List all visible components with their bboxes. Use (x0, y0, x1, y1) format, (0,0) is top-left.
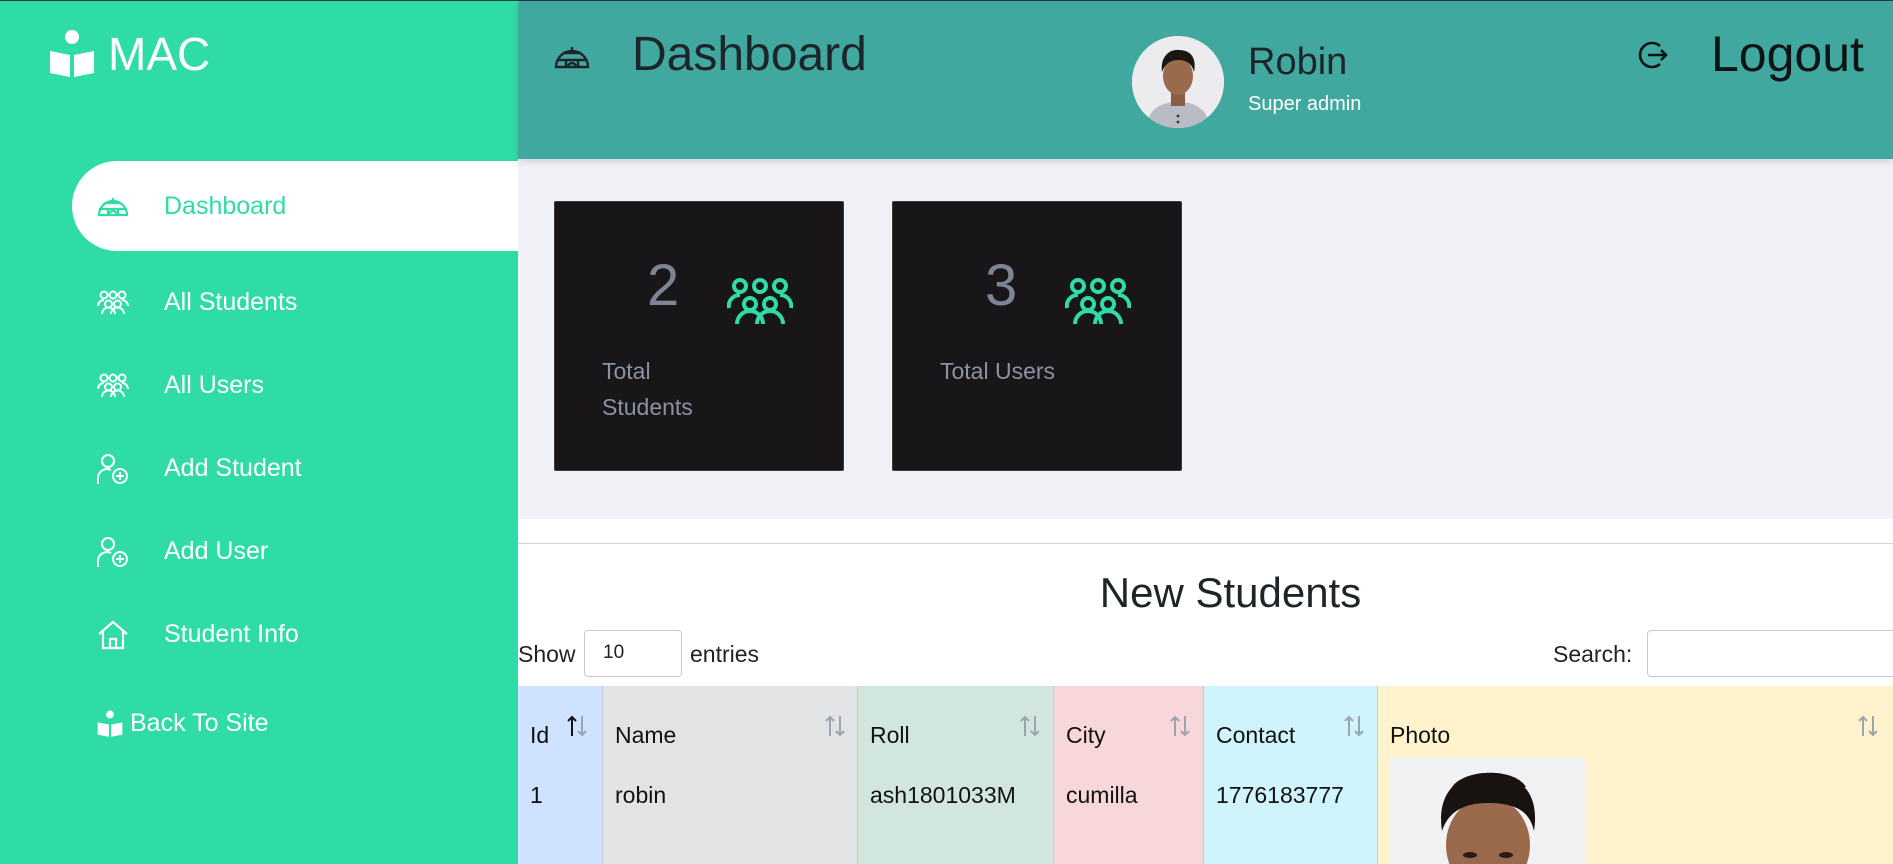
column-header-contact[interactable]: Contact (1216, 722, 1295, 749)
cell-contact: 1776183777 (1216, 782, 1344, 808)
sidebar-item-student-info[interactable]: Student Info (72, 593, 518, 676)
sidebar-item-dashboard[interactable]: Dashboard (72, 161, 518, 251)
student-photo-image (1390, 757, 1586, 864)
sidebar-menu: Dashboard All Students All Users Add Stu… (72, 161, 518, 676)
stat-value: 2 (647, 253, 680, 318)
sidebar-item-label: Dashboard (164, 191, 287, 220)
brand-name: MAC (108, 28, 211, 80)
sidebar-item-all-users[interactable]: All Users (72, 344, 518, 427)
group-icon (97, 373, 129, 397)
stat-label: Total Students (602, 358, 693, 420)
page-length-value: 10 (603, 642, 625, 663)
sort-icon[interactable] (1342, 712, 1366, 740)
user-name: Robin (1248, 41, 1348, 83)
column-roll: Roll ash1801033M (857, 686, 1053, 864)
page-title: Dashboard (632, 28, 867, 81)
book-reader-icon (50, 30, 94, 77)
home-icon (98, 620, 128, 649)
back-to-site-label: Back To Site (130, 709, 269, 737)
sidebar-item-label: All Users (164, 371, 265, 399)
column-header-roll[interactable]: Roll (870, 722, 910, 749)
sort-icon[interactable] (1168, 712, 1192, 740)
sort-icon[interactable] (823, 712, 847, 740)
column-header-photo[interactable]: Photo (1390, 722, 1450, 749)
column-contact: Contact 1776183777 (1203, 686, 1377, 864)
column-id: Id 1 (518, 686, 602, 864)
student-photo (1390, 757, 1586, 864)
user-plus-icon (97, 453, 128, 484)
group-icon (727, 278, 793, 325)
sort-icon[interactable] (1018, 712, 1042, 740)
user-plus-icon (97, 536, 128, 567)
back-to-site-link[interactable]: Back To Site (96, 709, 269, 738)
page-length-select[interactable]: 10 (584, 630, 682, 677)
avatar-image (1132, 36, 1224, 128)
topbar: Dashboard Robin Super admin Logout (518, 0, 1893, 159)
students-table: Id 1 Name robin Roll ash1801033M City cu… (518, 686, 1893, 864)
cell-name: robin (615, 782, 667, 808)
sidebar-item-add-user[interactable]: Add User (72, 510, 518, 593)
sort-icon[interactable] (1856, 712, 1880, 740)
column-header-city[interactable]: City (1066, 722, 1106, 749)
book-reader-icon (97, 710, 123, 737)
divider (518, 543, 1893, 544)
avatar[interactable] (1132, 36, 1224, 128)
column-name: Name robin (602, 686, 857, 864)
new-students-section: New Students Show 10 entries Search: Id … (518, 519, 1893, 864)
igloo-icon (97, 198, 129, 217)
sidebar-item-label: Add User (164, 537, 269, 565)
stat-label: Total Users (940, 358, 1056, 384)
cell-city: cumilla (1066, 782, 1138, 808)
group-icon (1065, 278, 1131, 325)
brand[interactable]: MAC (48, 27, 210, 81)
sidebar: MAC Dashboard All Students All Users Add… (0, 0, 518, 864)
stat-value: 3 (985, 253, 1018, 318)
search-label: Search: (1553, 641, 1633, 667)
section-title: New Students (1099, 569, 1362, 616)
sidebar-item-label: Student Info (164, 620, 299, 648)
cell-id: 1 (530, 782, 543, 808)
sidebar-item-all-students[interactable]: All Students (72, 261, 518, 344)
column-photo: Photo (1377, 686, 1893, 864)
group-icon (97, 290, 129, 314)
cell-roll: ash1801033M (870, 782, 1016, 808)
stat-card-total-students[interactable]: 2 Total Students (554, 201, 844, 471)
logout-button[interactable]: Logout (1711, 25, 1864, 83)
column-header-name[interactable]: Name (615, 722, 676, 749)
user-role: Super admin (1248, 93, 1362, 115)
sort-ascending-icon[interactable] (565, 712, 589, 740)
column-header-id[interactable]: Id (530, 722, 549, 749)
sidebar-item-add-student[interactable]: Add Student (72, 427, 518, 510)
show-label: Show (518, 641, 576, 667)
column-city: City cumilla (1053, 686, 1203, 864)
igloo-icon (554, 47, 590, 69)
logout-icon[interactable] (1634, 37, 1670, 73)
search-input[interactable] (1647, 630, 1893, 677)
sidebar-item-label: All Students (164, 288, 298, 316)
sidebar-item-label: Add Student (164, 454, 302, 482)
entries-label: entries (690, 641, 760, 667)
stat-card-total-users[interactable]: 3 Total Users (892, 201, 1182, 471)
